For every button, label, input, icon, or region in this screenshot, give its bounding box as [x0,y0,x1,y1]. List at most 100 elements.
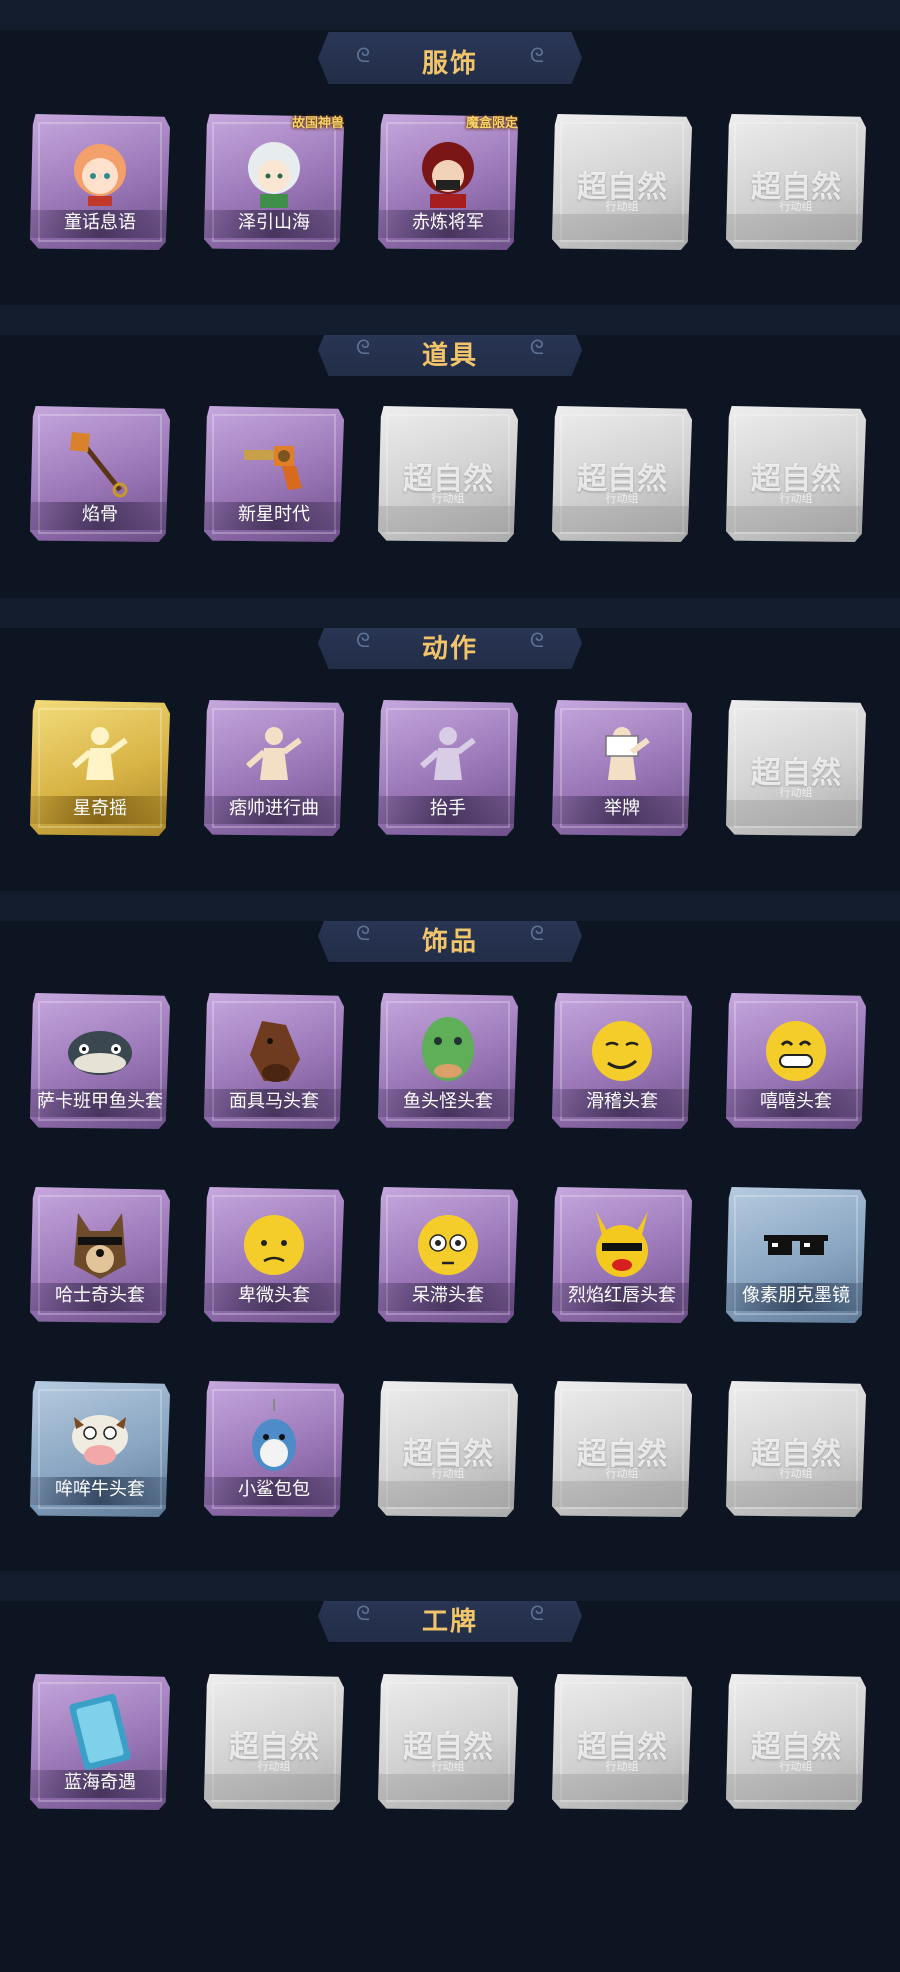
empty-label-band [378,1774,518,1800]
item-card[interactable]: 星奇摇 [30,700,170,836]
item-label: 焰骨 [82,504,118,525]
item-label: 滑稽头套 [586,1091,658,1112]
empty-label-band [378,1481,518,1507]
item-label: 赤炼将军 [412,212,484,233]
empty-label-band [726,214,866,240]
empty-item-slot[interactable]: 超自然 行动组 [204,1674,344,1810]
smirk-emoji-icon [582,1011,662,1091]
item-label: 嘻嘻头套 [760,1091,832,1112]
section-title: 饰品 [421,927,478,957]
item-card[interactable]: 面具马头套 [204,993,344,1129]
empty-label-band [726,1774,866,1800]
item-card[interactable]: 哈士奇头套 [30,1187,170,1323]
limited-edition-badge: 故国神兽 [292,116,345,131]
background-stripe [0,1571,900,1601]
pikachu-head-icon [582,1205,662,1285]
item-card[interactable]: 童话息语 [30,114,170,250]
empty-item-slot[interactable]: 超自然 行动组 [726,1381,866,1517]
item-label: 卑微头套 [238,1285,310,1306]
limited-edition-badge: 魔盒限定 [466,116,519,131]
item-card[interactable]: 赤炼将军 [378,114,518,250]
fish-head-icon [60,1011,140,1091]
watermark-subtitle: 行动组 [257,1760,291,1773]
shovel-icon [60,424,140,504]
item-label: 新星时代 [238,504,310,525]
item-card[interactable]: 呆滞头套 [378,1187,518,1323]
item-card[interactable]: 焰骨 [30,406,170,542]
item-label: 泽引山海 [238,212,310,233]
item-card[interactable]: 举牌 [552,700,692,836]
item-card[interactable]: 新星时代 [204,406,344,542]
item-label: 小鲨包包 [238,1479,310,1500]
item-label: 萨卡班甲鱼头套 [37,1091,163,1112]
item-card[interactable]: 鱼头怪头套 [378,993,518,1129]
empty-item-slot[interactable]: 超自然 行动组 [378,1674,518,1810]
flushed-emoji-icon [408,1205,488,1285]
item-card[interactable]: 嘻嘻头套 [726,993,866,1129]
item-label: 蓝海奇遇 [64,1772,136,1793]
watermark-subtitle: 行动组 [431,1760,465,1773]
watermark-subtitle: 行动组 [779,492,813,505]
empty-item-slot[interactable]: 超自然 行动组 [552,1381,692,1517]
empty-item-slot[interactable]: 超自然 行动组 [552,1674,692,1810]
background-stripe [0,305,900,335]
empty-item-slot[interactable]: 超自然 行动组 [378,406,518,542]
blue-badge-card-icon [60,1692,140,1772]
item-card[interactable]: 烈焰红唇头套 [552,1187,692,1323]
empty-item-slot[interactable]: 超自然 行动组 [726,1674,866,1810]
watermark-subtitle: 行动组 [605,492,639,505]
section-header: ᘓ ᘓ 服饰 [318,32,582,84]
item-label: 鱼头怪头套 [403,1091,493,1112]
grin-emoji-icon [756,1011,836,1091]
hold-sign-pose-icon [582,718,662,798]
watermark-subtitle: 行动组 [605,1467,639,1480]
raise-hand-pose-icon [408,718,488,798]
dance-pose-icon [60,718,140,798]
item-label: 呆滞头套 [412,1285,484,1306]
empty-label-band [204,1774,344,1800]
sad-emoji-icon [234,1205,314,1285]
empty-label-band [552,1481,692,1507]
empty-label-band [378,506,518,532]
girl-avatar-icon [60,132,140,212]
item-label: 像素朋克墨镜 [742,1285,850,1306]
item-card[interactable]: 卑微头套 [204,1187,344,1323]
empty-label-band [726,506,866,532]
section-title: 动作 [421,634,478,664]
green-fish-head-icon [408,1011,488,1091]
empty-item-slot[interactable]: 超自然 行动组 [378,1381,518,1517]
watermark-subtitle: 行动组 [431,492,465,505]
item-label: 烈焰红唇头套 [568,1285,676,1306]
background-stripe [0,0,900,30]
background-stripe [0,891,900,921]
empty-item-slot[interactable]: 超自然 行动组 [726,406,866,542]
background-stripe [0,598,900,628]
cow-head-icon [60,1399,140,1479]
section-title: 服饰 [421,49,478,79]
item-card[interactable]: 痞帅进行曲 [204,700,344,836]
empty-item-slot[interactable]: 超自然 行动组 [726,700,866,836]
section-title: 工牌 [421,1607,478,1637]
item-card[interactable]: 哞哞牛头套 [30,1381,170,1517]
item-card[interactable]: 像素朋克墨镜 [726,1187,866,1323]
empty-label-band [552,1774,692,1800]
item-label: 童话息语 [64,212,136,233]
item-card[interactable]: 抬手 [378,700,518,836]
empty-item-slot[interactable]: 超自然 行动组 [552,114,692,250]
item-card[interactable]: 泽引山海 [204,114,344,250]
watermark-subtitle: 行动组 [605,1760,639,1773]
pixel-sunglasses-icon [756,1205,836,1285]
empty-label-band [726,1481,866,1507]
husky-head-icon [60,1205,140,1285]
item-card[interactable]: 小鲨包包 [204,1381,344,1517]
watermark-subtitle: 行动组 [605,200,639,213]
watermark-subtitle: 行动组 [779,786,813,799]
item-label: 哞哞牛头套 [55,1479,145,1500]
item-card[interactable]: 滑稽头套 [552,993,692,1129]
item-card[interactable]: 萨卡班甲鱼头套 [30,993,170,1129]
watermark-subtitle: 行动组 [779,1467,813,1480]
white-hair-avatar-icon [234,132,314,212]
empty-item-slot[interactable]: 超自然 行动组 [552,406,692,542]
item-card[interactable]: 蓝海奇遇 [30,1674,170,1810]
empty-item-slot[interactable]: 超自然 行动组 [726,114,866,250]
